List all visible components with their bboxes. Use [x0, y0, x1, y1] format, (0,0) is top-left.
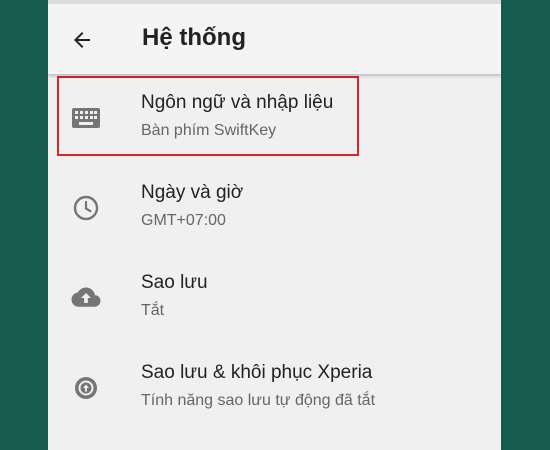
settings-item-sublabel: Tính năng sao lưu tự động đã tắt	[141, 392, 376, 409]
clock-icon	[70, 192, 102, 224]
settings-item-date-time[interactable]: Ngày và giờ GMT+07:00	[48, 168, 501, 256]
page-title: Hệ thống	[142, 24, 246, 51]
settings-item-xperia-backup-restore[interactable]: Sao lưu & khôi phục Xperia Tính năng sao…	[48, 348, 501, 436]
settings-item-label: Ngôn ngữ và nhập liệu	[141, 92, 334, 113]
settings-item-language-input[interactable]: Ngôn ngữ và nhập liệu Bàn phím SwiftKey	[48, 76, 501, 166]
highlight-box	[57, 76, 359, 156]
phone-screen: Hệ thống Ngôn ngữ và nhập liệu Bàn phím …	[48, 0, 501, 450]
settings-item-label: Sao lưu	[141, 272, 208, 293]
arrow-back-icon	[74, 32, 90, 48]
app-bar: Hệ thống	[48, 4, 501, 74]
cloud-upload-icon	[70, 282, 102, 314]
back-button[interactable]	[68, 26, 96, 54]
backup-restore-icon	[70, 372, 102, 404]
settings-item-sublabel: Bàn phím SwiftKey	[141, 122, 277, 139]
settings-item-label: Sao lưu & khôi phục Xperia	[141, 362, 373, 383]
settings-item-sublabel: GMT+07:00	[141, 212, 226, 229]
settings-item-backup[interactable]: Sao lưu Tắt	[48, 258, 501, 346]
settings-item-label: Ngày và giờ	[141, 182, 244, 203]
keyboard-icon	[70, 102, 102, 134]
settings-item-sublabel: Tắt	[141, 302, 165, 319]
